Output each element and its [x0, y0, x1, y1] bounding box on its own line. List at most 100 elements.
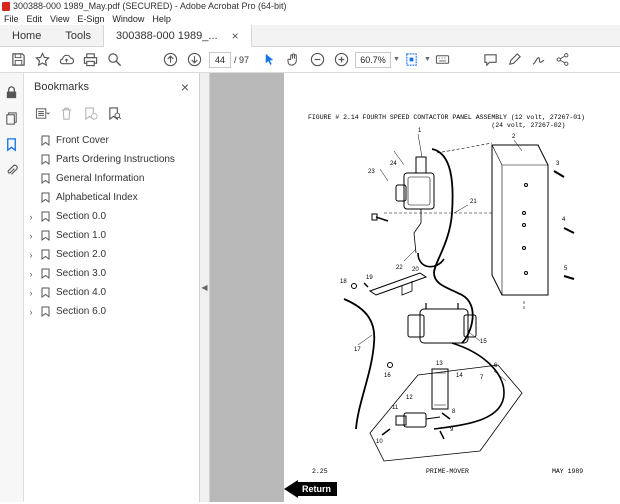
expand-chevron-icon[interactable]: ›	[24, 307, 38, 317]
bookmarks-panel-icon[interactable]	[1, 131, 23, 157]
callout-8: 8	[452, 409, 456, 415]
bookmarks-toolbar	[24, 101, 199, 125]
callout-6: 6	[494, 363, 498, 369]
find-bookmark-icon[interactable]	[104, 103, 124, 123]
bookmark-section-6[interactable]: › Section 6.0	[24, 302, 199, 321]
expand-chevron-icon[interactable]: ›	[24, 250, 38, 260]
bookmark-icon	[38, 135, 52, 146]
delete-bookmark-icon[interactable]	[56, 103, 76, 123]
tab-bar: Home Tools 300388-000 1989_... ×	[0, 25, 620, 47]
zoom-out-icon[interactable]	[305, 49, 329, 71]
bookmark-label: Section 2.0	[56, 249, 107, 260]
bookmark-section-2[interactable]: › Section 2.0	[24, 245, 199, 264]
expand-chevron-icon[interactable]: ›	[24, 288, 38, 298]
bookmark-section-1[interactable]: › Section 1.0	[24, 226, 199, 245]
menu-help[interactable]: Help	[148, 14, 175, 24]
return-button[interactable]: Return	[284, 480, 337, 498]
callout-16: 16	[384, 373, 391, 379]
callout-13: 13	[436, 361, 443, 367]
return-arrow-icon	[284, 480, 298, 498]
attachments-paperclip-icon[interactable]	[1, 157, 23, 183]
bookmark-icon	[38, 173, 52, 184]
cloud-upload-icon[interactable]	[54, 49, 78, 71]
print-icon[interactable]	[78, 49, 102, 71]
page-thumbnails-icon[interactable]	[1, 105, 23, 131]
bookmark-label: Section 1.0	[56, 230, 107, 241]
main-area: Bookmarks × Front Cover Parts Ordering I…	[0, 73, 620, 502]
main-toolbar: 44 / 97 60.7% ▼ ▼	[0, 47, 620, 73]
exploded-parts-diagram: 1 2 3 4 5 6 7 8 9 10 11 12 13 14 15 16 1	[340, 128, 575, 462]
callout-23: 23	[368, 169, 375, 175]
bookmark-parts-ordering[interactable]: Parts Ordering Instructions	[24, 150, 199, 169]
bookmark-label: Section 4.0	[56, 287, 107, 298]
hand-tool-icon[interactable]	[281, 49, 305, 71]
callout-5: 5	[564, 266, 568, 272]
zoom-in-icon[interactable]	[329, 49, 353, 71]
close-panel-icon[interactable]: ×	[181, 79, 189, 95]
callout-11: 11	[392, 405, 399, 411]
menu-window[interactable]: Window	[108, 14, 148, 24]
tab-close-icon[interactable]: ×	[232, 29, 239, 43]
expand-chevron-icon[interactable]: ›	[24, 231, 38, 241]
callout-14: 14	[456, 373, 463, 379]
menu-esign[interactable]: E-Sign	[73, 14, 108, 24]
callout-15: 15	[480, 339, 487, 345]
pdf-page: FIGURE # 2.14 FOURTH SPEED CONTACTOR PAN…	[284, 73, 620, 502]
window-titlebar: 300388-000 1989_May.pdf (SECURED) - Adob…	[0, 0, 620, 12]
diagram-callouts: 1 2 3 4 5 6 7 8 9 10 11 12 13 14 15 16 1	[340, 128, 568, 445]
keyboard-icon[interactable]	[431, 49, 455, 71]
bookmark-star-icon[interactable]	[30, 49, 54, 71]
bookmark-options-icon[interactable]	[32, 103, 52, 123]
tab-home[interactable]: Home	[0, 25, 53, 46]
callout-10: 10	[376, 439, 383, 445]
expand-chevron-icon[interactable]: ›	[24, 269, 38, 279]
zoom-dropdown-chevron-icon[interactable]: ▼	[393, 56, 400, 63]
callout-3: 3	[556, 161, 560, 167]
find-zoom-icon[interactable]	[102, 49, 126, 71]
save-icon[interactable]	[6, 49, 30, 71]
expand-chevron-icon[interactable]: ›	[24, 212, 38, 222]
highlight-pen-icon[interactable]	[503, 49, 527, 71]
comment-icon[interactable]	[479, 49, 503, 71]
previous-page-icon[interactable]	[158, 49, 182, 71]
next-page-icon[interactable]	[182, 49, 206, 71]
acrobat-app-icon	[2, 1, 10, 11]
bookmark-section-0[interactable]: › Section 0.0	[24, 207, 199, 226]
zoom-level-field[interactable]: 60.7%	[355, 51, 392, 68]
menu-view[interactable]: View	[46, 14, 73, 24]
menu-file[interactable]: File	[0, 14, 23, 24]
fit-page-icon[interactable]	[400, 49, 424, 71]
window-title: 300388-000 1989_May.pdf (SECURED) - Adob…	[13, 1, 287, 11]
tab-tools[interactable]: Tools	[53, 25, 103, 46]
panel-collapse-handle[interactable]: ◀	[200, 73, 210, 502]
bookmark-alphabetical-index[interactable]: Alphabetical Index	[24, 188, 199, 207]
bookmark-front-cover[interactable]: Front Cover	[24, 131, 199, 150]
bookmark-icon	[38, 211, 52, 222]
bookmark-label: General Information	[56, 173, 145, 184]
document-viewer[interactable]: FIGURE # 2.14 FOURTH SPEED CONTACTOR PAN…	[210, 73, 620, 502]
bookmarks-panel-header: Bookmarks ×	[24, 73, 199, 101]
callout-4: 4	[562, 217, 566, 223]
tab-document[interactable]: 300388-000 1989_... ×	[103, 25, 252, 47]
security-lock-icon[interactable]	[1, 79, 23, 105]
new-bookmark-icon[interactable]	[80, 103, 100, 123]
fit-dropdown-chevron-icon[interactable]: ▼	[424, 56, 431, 63]
callout-7: 7	[480, 375, 484, 381]
callout-21: 21	[470, 199, 477, 205]
callout-19: 19	[366, 275, 373, 281]
bookmark-section-4[interactable]: › Section 4.0	[24, 283, 199, 302]
share-icon[interactable]	[551, 49, 575, 71]
bookmark-icon	[38, 287, 52, 298]
select-cursor-icon[interactable]	[257, 49, 281, 71]
bookmark-icon	[38, 230, 52, 241]
bookmark-label: Section 6.0	[56, 306, 107, 317]
menu-edit[interactable]: Edit	[23, 14, 47, 24]
bookmarks-list: Front Cover Parts Ordering Instructions …	[24, 125, 199, 321]
bookmark-section-3[interactable]: › Section 3.0	[24, 264, 199, 283]
sign-icon[interactable]	[527, 49, 551, 71]
bookmark-general-information[interactable]: General Information	[24, 169, 199, 188]
page-number-input[interactable]: 44	[209, 51, 231, 68]
bookmark-icon	[38, 192, 52, 203]
callout-18: 18	[340, 279, 347, 285]
navigation-rail	[0, 73, 24, 502]
